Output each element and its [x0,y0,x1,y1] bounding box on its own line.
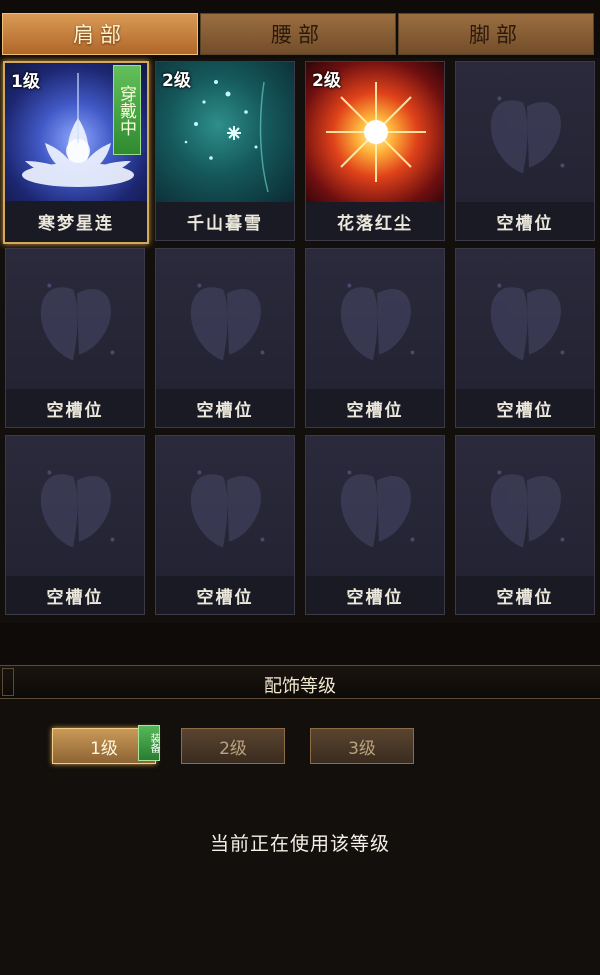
butterfly-icon [6,249,144,389]
slot-name: 空槽位 [156,389,294,427]
slot-name: 空槽位 [456,389,594,427]
tab-waist[interactable]: 腰部 [200,13,396,55]
spacer [0,623,600,665]
slot-level: 2级 [312,71,341,91]
butterfly-icon [156,249,294,389]
level-3-button[interactable]: 3级 [310,728,414,764]
tab-foot[interactable]: 脚部 [398,13,594,55]
status-text: 当前正在使用该等级 [209,833,390,855]
slot-10[interactable]: 空槽位 [155,435,295,615]
slot-3[interactable]: 2级 花落红尘 [305,61,445,241]
slot-name: 空槽位 [456,576,594,614]
slot-6[interactable]: 空槽位 [155,248,295,428]
butterfly-icon [156,436,294,576]
accessory-level-header: 配饰等级 [0,665,600,699]
level-panel: 1级 装备 2级 3级 当前正在使用该等级 [0,699,600,975]
section-title: 配饰等级 [264,676,336,697]
equipped-tag: 装备 [138,725,160,761]
slot-5[interactable]: 空槽位 [5,248,145,428]
slot-name: 千山暮雪 [156,202,294,240]
slot-8[interactable]: 空槽位 [455,248,595,428]
butterfly-icon [306,249,444,389]
slot-level: 1级 [11,72,40,92]
accessory-grid: 1级 穿戴中 寒梦星连 2级 千山暮雪 2级 花落红尘 空槽位 空槽位 空槽位 … [0,58,600,623]
slot-name: 寒梦星连 [5,201,147,242]
slot-name: 空槽位 [6,576,144,614]
slot-1[interactable]: 1级 穿戴中 寒梦星连 [3,61,149,244]
slot-name: 花落红尘 [306,202,444,240]
tab-bar: 肩部 腰部 脚部 [0,0,600,58]
slot-name: 空槽位 [306,576,444,614]
wearing-badge: 穿戴中 [113,65,141,155]
slot-name: 空槽位 [456,202,594,240]
slot-name: 空槽位 [6,389,144,427]
tab-shoulder[interactable]: 肩部 [2,13,198,55]
slot-7[interactable]: 空槽位 [305,248,445,428]
slot-9[interactable]: 空槽位 [5,435,145,615]
slot-4[interactable]: 空槽位 [455,61,595,241]
level-2-button[interactable]: 2级 [181,728,285,764]
butterfly-icon [456,62,594,202]
butterfly-icon [456,436,594,576]
slot-level: 2级 [162,71,191,91]
butterfly-icon [456,249,594,389]
butterfly-icon [6,436,144,576]
slot-2[interactable]: 2级 千山暮雪 [155,61,295,241]
butterfly-icon [306,436,444,576]
slot-name: 空槽位 [306,389,444,427]
slot-12[interactable]: 空槽位 [455,435,595,615]
slot-11[interactable]: 空槽位 [305,435,445,615]
slot-name: 空槽位 [156,576,294,614]
